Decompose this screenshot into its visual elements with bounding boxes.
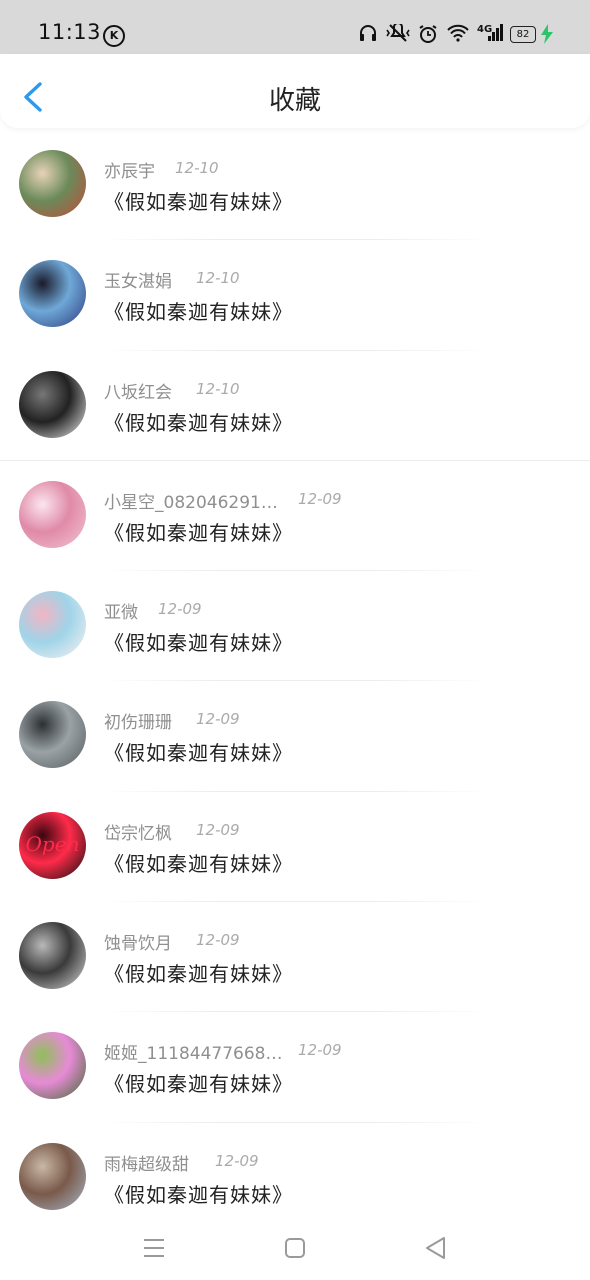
avatar[interactable] (19, 701, 86, 769)
date: 12-10 (196, 379, 240, 398)
item-title: 《假如秦迦有妹妹》 (104, 1072, 293, 1097)
date: 12-09 (196, 820, 240, 839)
list-item[interactable]: 小星空_082046291… 12-09 《假如秦迦有妹妹》 (0, 461, 590, 572)
mute-icon (386, 24, 410, 42)
item-title: 《假如秦迦有妹妹》 (104, 1182, 293, 1207)
avatar[interactable] (19, 922, 86, 990)
item-title: 《假如秦迦有妹妹》 (104, 190, 293, 214)
status-time: 11:13 (38, 20, 102, 44)
date: 12-10 (196, 269, 240, 288)
date: 12-10 (175, 159, 219, 177)
charging-icon (541, 24, 553, 44)
username: 初伤珊珊 (104, 713, 172, 734)
username: 亦辰宇 (104, 162, 155, 182)
item-title: 《假如秦迦有妹妹》 (104, 741, 293, 766)
username: 八坂红会 (104, 382, 172, 403)
username: 玉女湛娟 (104, 272, 172, 293)
list-item[interactable]: 姬姬_11184477668… 12-09 《假如秦迦有妹妹》 (0, 1012, 590, 1123)
battery-icon: 82 (510, 26, 536, 43)
avatar[interactable] (19, 480, 86, 548)
back-triangle-icon[interactable] (418, 1230, 454, 1266)
username: 亚微 (104, 603, 138, 624)
list-item[interactable]: 蚀骨饮月 12-09 《假如秦迦有妹妹》 (0, 902, 590, 1013)
k-badge: K (103, 25, 125, 47)
username: 小星空_082046291… (104, 492, 278, 513)
username: 岱宗忆枫 (104, 823, 172, 844)
item-title: 《假如秦迦有妹妹》 (104, 520, 293, 545)
avatar-text: Open (25, 831, 80, 856)
item-title: 《假如秦迦有妹妹》 (104, 410, 293, 435)
list-item[interactable]: 玉女湛娟 12-10 《假如秦迦有妹妹》 (0, 240, 590, 351)
home-square-icon[interactable] (277, 1230, 313, 1266)
avatar[interactable]: Open (19, 811, 86, 879)
date: 12-09 (196, 710, 240, 729)
wifi-icon (447, 24, 469, 42)
username: 蚀骨饮月 (104, 934, 172, 955)
signal-icon (488, 24, 503, 41)
date: 12-09 (196, 931, 240, 950)
list-item[interactable]: 初伤珊珊 12-09 《假如秦迦有妹妹》 (0, 681, 590, 792)
avatar[interactable] (19, 150, 86, 217)
item-title: 《假如秦迦有妹妹》 (104, 631, 293, 656)
avatar[interactable] (19, 1142, 86, 1210)
list-item[interactable]: 亚微 12-09 《假如秦迦有妹妹》 (0, 571, 590, 682)
headphones-icon (360, 25, 376, 41)
alarm-icon (419, 25, 437, 43)
header: 收藏 (0, 54, 590, 128)
date: 12-09 (298, 489, 342, 508)
date: 12-09 (298, 1041, 342, 1060)
list-item[interactable]: 八坂红会 12-10 《假如秦迦有妹妹》 (0, 351, 590, 461)
page-title: 收藏 (268, 86, 321, 116)
list-item[interactable]: 亦辰宇 12-10 《假如秦迦有妹妹》 (0, 130, 590, 241)
username: 姬姬_11184477668… (104, 1044, 283, 1065)
item-title: 《假如秦迦有妹妹》 (104, 851, 293, 876)
navigation-bar (0, 1216, 590, 1280)
avatar[interactable] (19, 370, 86, 438)
date: 12-09 (215, 1151, 259, 1170)
item-title: 《假如秦迦有妹妹》 (104, 300, 293, 325)
favorites-list: 亦辰宇 12-10 《假如秦迦有妹妹》 玉女湛娟 12-10 《假如秦迦有妹妹》 八坂红会 1… (0, 130, 590, 1233)
menu-icon[interactable] (136, 1230, 172, 1266)
avatar[interactable] (19, 260, 86, 328)
item-title: 《假如秦迦有妹妹》 (104, 962, 293, 987)
username: 雨梅超级甜 (104, 1154, 189, 1175)
avatar[interactable] (19, 591, 86, 659)
avatar[interactable] (19, 1032, 86, 1100)
status-bar: 11:13 K 4G 82 (0, 0, 590, 54)
list-item[interactable]: Open 岱宗忆枫 12-09 《假如秦迦有妹妹》 (0, 792, 590, 903)
date: 12-09 (158, 600, 202, 619)
